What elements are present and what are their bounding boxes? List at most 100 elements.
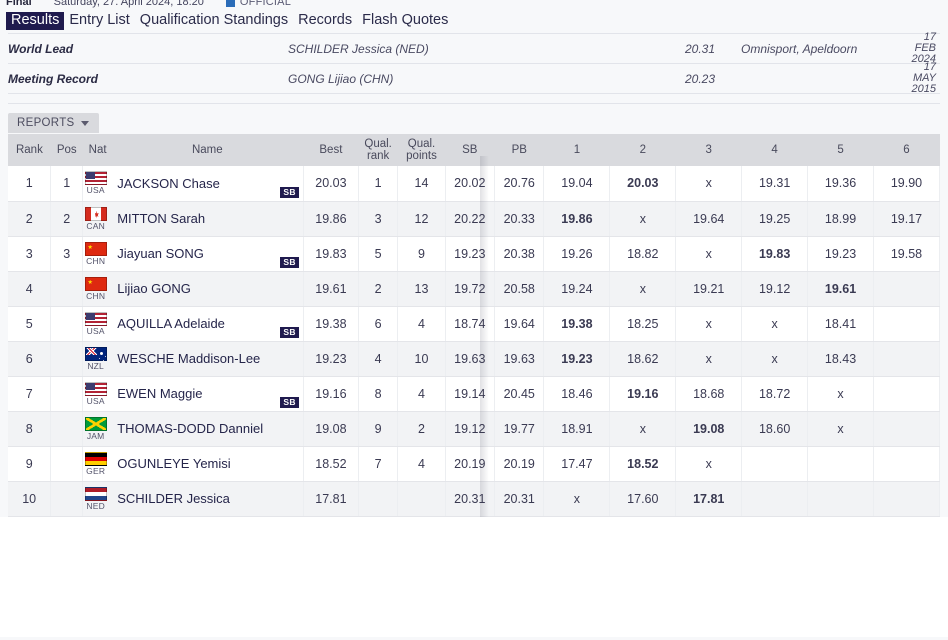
cell-attempt-5: 19.23 — [807, 236, 874, 272]
cell-qual-points: 10 — [397, 341, 446, 377]
athlete-name-link[interactable]: Jiayuan SONG — [117, 246, 204, 261]
cell-sb: 18.74 — [445, 306, 496, 342]
cell-athlete-name[interactable]: Lijiao GONG — [111, 271, 304, 307]
chevron-down-icon — [81, 120, 90, 126]
col-header-pb[interactable]: PB — [494, 134, 544, 166]
tab-results[interactable]: Results — [6, 11, 65, 30]
athlete-name-link[interactable]: WESCHE Maddison-Lee — [117, 351, 260, 366]
cell-athlete-name[interactable]: Jiayuan SONG SB — [111, 236, 304, 272]
table-row[interactable]: 8 JAM THOMAS-DODD Danniel 19.08 9 2 19.12 19.77… — [8, 411, 941, 447]
tab-entry-list[interactable]: Entry List — [64, 11, 134, 30]
cell-rank: 9 — [8, 446, 52, 482]
results-table: Rank Pos Nat Name Best Qual. rank Qual. … — [8, 134, 941, 517]
table-row[interactable]: 2 2 CAN MITTON Sarah 19.86 3 12 20.22 20.33 19.86… — [8, 201, 941, 237]
athlete-name-link[interactable]: JACKSON Chase — [117, 176, 220, 191]
flag-chn-icon: CHN — [83, 276, 108, 301]
cell-pos — [50, 481, 84, 517]
cell-athlete-name[interactable]: THOMAS-DODD Danniel — [111, 411, 304, 447]
record-date-line1: 17 MAY — [912, 61, 936, 84]
table-row[interactable]: 3 3 CHN Jiayuan SONG SB 19.83 5 9 19.23 20.38 19.2… — [8, 236, 941, 272]
athlete-name-link[interactable]: Lijiao GONG — [117, 281, 191, 296]
cell-athlete-name[interactable]: EWEN Maggie SB — [111, 376, 304, 412]
reports-dropdown[interactable]: REPORTS — [8, 113, 100, 133]
cell-qual-rank: 7 — [358, 446, 399, 482]
athlete-name-link[interactable]: SCHILDER Jessica — [117, 491, 230, 506]
tab-flash-quotes[interactable]: Flash Quotes — [357, 11, 453, 30]
col-header-attempt-3[interactable]: 3 — [675, 134, 742, 166]
cell-attempt-6 — [873, 306, 941, 342]
cell-pb: 20.58 — [494, 271, 545, 307]
flag-image — [84, 206, 107, 221]
cell-sb: 19.23 — [445, 236, 496, 272]
col-header-rank[interactable]: Rank — [8, 134, 51, 166]
cell-pos — [50, 341, 84, 377]
table-row[interactable]: 6 NZL WESCHE Maddison-Lee 19.23 4 10 19.63 19.6… — [8, 341, 941, 377]
tab-records[interactable]: Records — [293, 11, 357, 30]
cell-rank: 2 — [8, 201, 52, 237]
record-athlete: GONG Lijiao (CHN) — [288, 71, 394, 86]
col-header-attempt-6[interactable]: 6 — [873, 134, 940, 166]
col-header-attempt-4[interactable]: 4 — [741, 134, 808, 166]
flag-image — [84, 346, 107, 361]
cell-attempt-5: 18.43 — [807, 341, 874, 377]
cell-attempt-1: 18.46 — [543, 376, 611, 412]
flag-usa-icon: USA — [83, 381, 108, 406]
col-header-qual-points[interactable]: Qual. points — [397, 134, 446, 166]
records-panel: World Lead SCHILDER Jessica (NED) 20.31 … — [0, 32, 948, 104]
athlete-name-link[interactable]: AQUILLA Adelaide — [117, 316, 225, 331]
cell-nat: USA — [82, 306, 112, 342]
cell-athlete-name[interactable]: SCHILDER Jessica — [111, 481, 304, 517]
cell-best: 19.23 — [303, 341, 359, 377]
cell-attempt-1: 19.86 — [543, 201, 611, 237]
cell-nat: GER — [82, 446, 112, 482]
col-header-attempt-2[interactable]: 2 — [609, 134, 676, 166]
cell-attempt-6 — [873, 376, 941, 412]
col-header-best[interactable]: Best — [303, 134, 359, 166]
cell-pos — [50, 446, 84, 482]
cell-attempt-6 — [873, 271, 941, 307]
cell-attempt-2: x — [609, 271, 677, 307]
col-header-pos[interactable]: Pos — [50, 134, 83, 166]
table-row[interactable]: 7 USA EWEN Maggie SB 19.16 8 4 19.14 20.45 18.46 1… — [8, 376, 941, 412]
cell-attempt-6: 19.17 — [873, 201, 941, 237]
athlete-name-link[interactable]: EWEN Maggie — [117, 386, 202, 401]
athlete-name-link[interactable]: THOMAS-DODD Danniel — [117, 421, 263, 436]
cell-athlete-name[interactable]: WESCHE Maddison-Lee — [111, 341, 304, 377]
col-header-nat[interactable]: Nat — [82, 134, 112, 166]
cell-attempt-5: 18.99 — [807, 201, 874, 237]
cell-qual-points: 12 — [397, 201, 446, 237]
flag-image — [84, 416, 107, 431]
table-row[interactable]: 1 1 USA JACKSON Chase SB 20.03 1 14 20.02 20.76 19… — [8, 166, 941, 202]
cell-athlete-name[interactable]: AQUILLA Adelaide SB — [111, 306, 304, 342]
athlete-name-link[interactable]: OGUNLEYE Yemisi — [117, 456, 230, 471]
cell-athlete-name[interactable]: MITTON Sarah — [111, 201, 304, 237]
table-row[interactable]: 5 USA AQUILLA Adelaide SB 19.38 6 4 18.74 19.64 1… — [8, 306, 941, 342]
nat-code: CHN — [86, 290, 106, 301]
cell-attempt-5: 19.36 — [807, 166, 874, 202]
col-header-sb[interactable]: SB — [445, 134, 495, 166]
cell-attempt-2: x — [609, 201, 677, 237]
cell-pos: 3 — [50, 236, 84, 272]
col-header-qual-rank[interactable]: Qual. rank — [358, 134, 398, 166]
cell-attempt-3: x — [675, 306, 743, 342]
cell-attempt-3: 17.81 — [675, 481, 743, 517]
nat-code: USA — [86, 395, 105, 406]
table-row[interactable]: 9 GER OGUNLEYE Yemisi 18.52 7 4 20.19 20.19 17.4… — [8, 446, 941, 482]
cell-athlete-name[interactable]: OGUNLEYE Yemisi — [111, 446, 304, 482]
table-row[interactable]: 10 NED SCHILDER Jessica 17.81 20.31 20.31 x 17.… — [8, 481, 941, 517]
cell-pos — [50, 271, 84, 307]
cell-pos — [50, 411, 84, 447]
cell-attempt-5: 19.61 — [807, 271, 874, 307]
cell-attempt-6 — [873, 341, 941, 377]
tab-qualification-standings[interactable]: Qualification Standings — [135, 11, 293, 30]
col-header-attempt-1[interactable]: 1 — [543, 134, 610, 166]
cell-attempt-1: 19.24 — [543, 271, 611, 307]
athlete-name-link[interactable]: MITTON Sarah — [117, 211, 205, 226]
cell-qual-points — [397, 481, 446, 517]
table-row[interactable]: 4 CHN Lijiao GONG 19.61 2 13 19.72 20.58 19.24 x 1… — [8, 271, 941, 307]
col-header-name[interactable]: Name — [111, 134, 304, 166]
cell-attempt-2: 18.25 — [609, 306, 677, 342]
cell-attempt-4: 19.83 — [741, 236, 809, 272]
cell-athlete-name[interactable]: JACKSON Chase SB — [111, 166, 304, 202]
col-header-attempt-5[interactable]: 5 — [807, 134, 874, 166]
